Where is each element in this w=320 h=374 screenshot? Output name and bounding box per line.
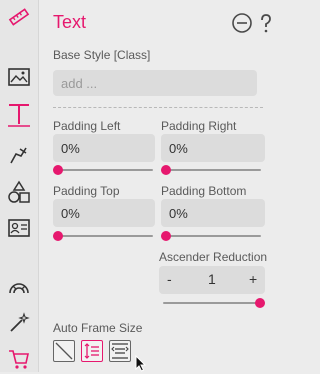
image-icon	[8, 68, 30, 86]
stepper-plus-button[interactable]: +	[249, 271, 257, 287]
stepper-value: 1	[208, 271, 216, 287]
ascender-reduction-slider[interactable]	[163, 298, 265, 308]
tool-sidebar	[0, 0, 39, 372]
image-tool-button[interactable]	[4, 62, 34, 92]
slider-thumb[interactable]	[161, 231, 171, 241]
padding-bottom-field[interactable]: 0%	[161, 199, 265, 227]
rainbow-icon	[9, 283, 29, 294]
slider-thumb[interactable]	[255, 298, 265, 308]
padding-left-label: Padding Left	[53, 119, 121, 133]
padding-left-field[interactable]: 0%	[53, 134, 155, 162]
auto-frame-height-button[interactable]	[81, 340, 103, 362]
shapes-icon	[8, 180, 30, 203]
ruler-icon	[8, 8, 30, 26]
text-icon	[8, 104, 30, 127]
cart-icon	[9, 350, 29, 369]
slider-thumb[interactable]	[53, 231, 63, 241]
stepper-minus-button[interactable]: -	[167, 271, 172, 287]
base-style-label: Base Style [Class]	[53, 48, 151, 62]
padding-top-slider[interactable]	[53, 231, 153, 241]
contact-card-icon	[8, 219, 30, 237]
mouse-cursor-icon	[135, 355, 147, 372]
divider	[53, 107, 263, 108]
no-autosize-icon	[55, 342, 73, 360]
padding-right-label: Padding Right	[161, 119, 237, 133]
text-tool-button[interactable]	[4, 100, 34, 130]
pen-icon	[10, 147, 27, 164]
shapes-tool-button[interactable]	[4, 177, 34, 207]
padding-bottom-label: Padding Bottom	[161, 184, 247, 198]
panel-title: Text	[53, 12, 87, 32]
padding-bottom-slider[interactable]	[161, 231, 261, 241]
magic-tool-button[interactable]	[4, 308, 34, 338]
auto-width-icon	[111, 343, 129, 359]
help-icon[interactable]	[255, 12, 277, 34]
slider-thumb[interactable]	[161, 165, 171, 175]
minus-circle-icon[interactable]	[231, 12, 253, 34]
auto-height-icon	[84, 343, 99, 359]
auto-frame-size-label: Auto Frame Size	[53, 321, 143, 335]
ascender-reduction-label: Ascender Reduction	[159, 250, 268, 264]
text-inspector-panel: Text Base Style [Class] add ... Padding …	[39, 0, 279, 372]
padding-right-slider[interactable]	[161, 165, 261, 175]
slider-thumb[interactable]	[53, 165, 63, 175]
padding-left-slider[interactable]	[53, 165, 153, 175]
magic-wand-icon	[10, 312, 30, 332]
auto-frame-none-button[interactable]	[53, 340, 75, 362]
ascender-reduction-stepper[interactable]: - 1 +	[159, 266, 265, 294]
rainbow-tool-button[interactable]	[4, 272, 34, 302]
ruler-button[interactable]	[4, 2, 34, 32]
padding-top-label: Padding Top	[53, 184, 120, 198]
auto-frame-width-button[interactable]	[109, 340, 131, 362]
padding-right-field[interactable]: 0%	[161, 134, 265, 162]
base-style-input[interactable]: add ...	[53, 70, 257, 96]
padding-top-field[interactable]: 0%	[53, 199, 155, 227]
pen-tool-button[interactable]	[4, 140, 34, 170]
contact-tool-button[interactable]	[4, 213, 34, 243]
cart-button[interactable]	[4, 344, 34, 374]
